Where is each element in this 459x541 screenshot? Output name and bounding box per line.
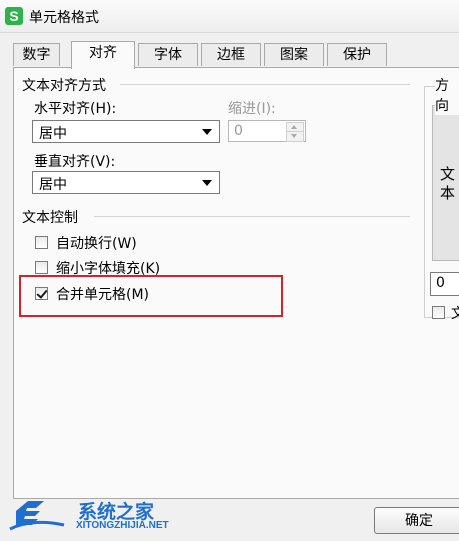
indent-stepper[interactable]: 0 (228, 120, 306, 142)
wps-spreadsheet-icon: S (5, 7, 23, 25)
tab-pattern[interactable]: 图案 (264, 43, 324, 66)
section-text-control: 文本控制 (22, 210, 78, 226)
vertical-align-select[interactable]: 居中 (32, 171, 220, 194)
degrees-input[interactable]: 0 (430, 272, 459, 296)
tab-alignment[interactable]: 对齐 (71, 41, 135, 69)
vertical-align-label: 垂直对齐(V): (34, 154, 116, 170)
section-divider (120, 84, 410, 85)
window-title: 单元格格式 (29, 10, 99, 26)
orientation-char: 文 (440, 165, 456, 183)
up-arrow-icon (291, 125, 297, 129)
vertical-text-label[interactable]: 文 (451, 303, 459, 323)
indent-label: 缩进(I): (228, 101, 276, 117)
orientation-char: 本 (440, 184, 456, 202)
watermark-logo: 系统之家 XITONGZHIJIA.NET (8, 495, 169, 537)
chevron-down-icon (202, 129, 212, 135)
decrement-button[interactable] (286, 131, 304, 142)
wrap-text-label[interactable]: 自动换行(W) (56, 233, 137, 253)
horizontal-align-select[interactable]: 居中 (32, 120, 220, 143)
ok-button[interactable]: 确定 (374, 507, 459, 534)
indent-value: 0 (234, 123, 243, 139)
wrap-text-checkbox[interactable] (35, 236, 48, 249)
vertical-text-checkbox[interactable] (432, 306, 445, 319)
highlight-box (19, 275, 283, 317)
watermark-e-icon (9, 501, 65, 531)
horizontal-align-value: 居中 (39, 126, 67, 142)
watermark-url: XITONGZHIJIA.NET (76, 520, 169, 531)
down-arrow-icon (291, 134, 297, 138)
horizontal-align-label: 水平对齐(H): (34, 101, 117, 117)
section-divider (94, 216, 410, 217)
degrees-value: 0 (436, 275, 445, 291)
vertical-align-value: 居中 (39, 177, 67, 193)
section-orientation: 方向 (435, 75, 459, 115)
tab-font[interactable]: 字体 (138, 43, 198, 66)
section-text-alignment: 文本对齐方式 (22, 78, 106, 94)
title-bar[interactable]: S 单元格格式 (0, 0, 459, 33)
tab-protection[interactable]: 保护 (327, 43, 387, 66)
tab-border[interactable]: 边框 (201, 43, 261, 66)
tab-number[interactable]: 数字 (13, 43, 60, 66)
chevron-down-icon (202, 180, 212, 186)
shrink-to-fit-checkbox[interactable] (35, 261, 48, 274)
